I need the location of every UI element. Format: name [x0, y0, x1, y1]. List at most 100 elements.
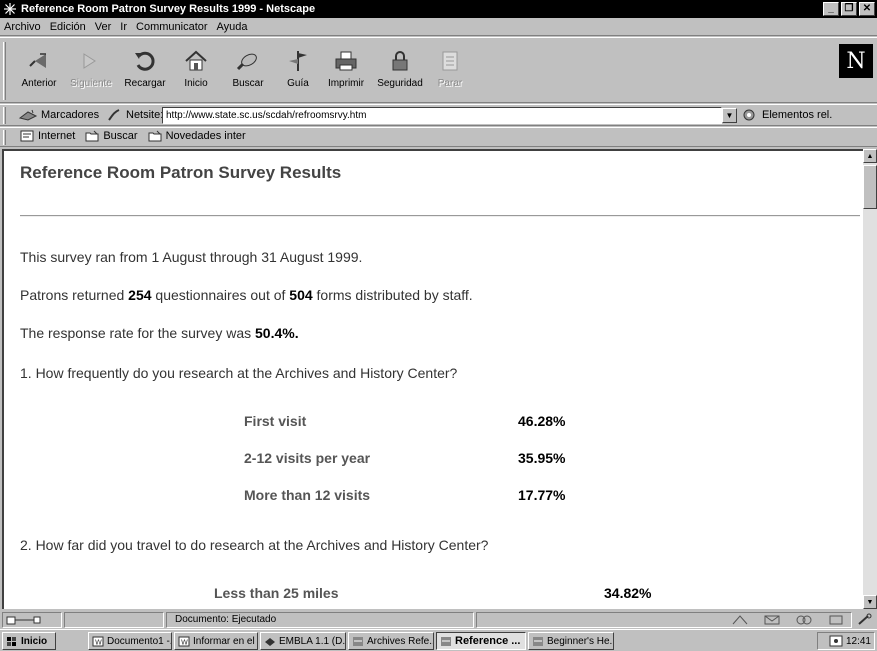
personal-item-label: Internet: [38, 130, 76, 142]
guide-label: Guía: [287, 78, 309, 89]
netscape-app-icon[interactable]: [3, 2, 17, 16]
url-dropdown-button[interactable]: ▼: [722, 108, 737, 123]
q1-answer-value: 35.95%: [518, 450, 566, 466]
returned-prefix: Patrons returned: [20, 287, 129, 303]
menu-archivo[interactable]: Archivo: [4, 21, 41, 33]
vertical-scrollbar[interactable]: ▲ ▼: [863, 149, 877, 609]
navigator-icon[interactable]: [731, 614, 749, 626]
netscape-icon: [441, 636, 451, 646]
returned-text: Patrons returned 254 questionnaires out …: [20, 287, 473, 303]
location-toolbar: Marcadores Netsite: http://www.state.sc.…: [0, 104, 877, 126]
progress-bar: [64, 612, 164, 628]
minimize-icon: _: [828, 3, 834, 14]
q2-answer-label: Less than 25 miles: [214, 585, 339, 601]
menu-communicator[interactable]: Communicator: [136, 21, 208, 33]
taskbar-task[interactable]: EMBLA 1.1 (D...: [260, 632, 346, 650]
back-arrow-icon: [29, 53, 46, 68]
personal-item-internet[interactable]: Internet: [20, 130, 75, 142]
print-button[interactable]: Imprimir: [324, 44, 368, 98]
system-tray: 12:41: [817, 632, 875, 650]
window-title: Reference Room Patron Survey Results 199…: [21, 3, 316, 15]
personal-item-label: Novedades inter: [165, 130, 246, 142]
netsite-label-group: Netsite:: [106, 108, 163, 122]
personal-item-novedades[interactable]: Novedades inter: [148, 130, 246, 142]
task-label: Reference ...: [455, 635, 521, 647]
security-button[interactable]: Seguridad: [374, 44, 426, 98]
home-button[interactable]: Inicio: [176, 44, 216, 98]
bookmark-page-icon: [20, 130, 34, 142]
folder-icon: [148, 130, 162, 142]
question-2: 2. How far did you travel to do research…: [20, 537, 489, 553]
menu-ver[interactable]: Ver: [95, 21, 112, 33]
q2-answer-value: 34.82%: [604, 585, 652, 601]
url-field[interactable]: http://www.state.sc.us/scdah/refroomsrvy…: [162, 107, 722, 124]
reload-button[interactable]: Recargar: [120, 44, 170, 98]
taskbar-task[interactable]: W Informar en el ...: [174, 632, 258, 650]
toolbar-grip[interactable]: [3, 42, 6, 100]
forward-label: Siguiente: [70, 78, 112, 89]
guide-button[interactable]: Guía: [278, 44, 318, 98]
returned-suffix: forms distributed by staff.: [312, 287, 473, 303]
task-label: Archives Refe...: [367, 635, 434, 647]
word-doc-icon: W: [178, 636, 190, 646]
back-button[interactable]: Anterior: [16, 44, 62, 98]
menu-bar: Archivo Edición Ver Ir Communicator Ayud…: [0, 18, 877, 36]
personal-item-buscar[interactable]: Buscar: [85, 130, 138, 142]
page-title: Reference Room Patron Survey Results: [20, 163, 342, 182]
menu-edicion[interactable]: Edición: [50, 21, 86, 33]
related-button[interactable]: Elementos rel.: [742, 108, 832, 122]
bookmarks-button[interactable]: Marcadores: [18, 108, 99, 122]
netscape-icon: [533, 636, 543, 646]
returned-count: 254: [128, 287, 152, 303]
mail-icon[interactable]: [763, 614, 781, 626]
windows-flag-icon: [7, 636, 16, 646]
security-status[interactable]: [856, 613, 874, 630]
composer-icon[interactable]: [827, 614, 845, 626]
tray-app-icon[interactable]: [829, 635, 843, 647]
taskbar-task[interactable]: Archives Refe...: [348, 632, 434, 650]
search-label: Buscar: [232, 78, 264, 89]
forward-button[interactable]: Siguiente: [66, 44, 116, 98]
q1-answer-value: 17.77%: [518, 487, 566, 503]
q1-answer-label: First visit: [244, 413, 307, 429]
folder-icon: [85, 130, 99, 142]
location-grip[interactable]: [3, 107, 6, 124]
minimize-button[interactable]: _: [823, 2, 839, 16]
returned-middle: questionnaires out of: [151, 287, 290, 303]
svg-text:W: W: [181, 638, 188, 646]
search-button[interactable]: Buscar: [226, 44, 270, 98]
q1-answer-label: More than 12 visits: [244, 487, 371, 503]
maximize-button[interactable]: ❐: [841, 2, 857, 16]
stop-button[interactable]: Parar: [432, 44, 468, 98]
svg-text:W: W: [95, 638, 102, 646]
title-divider: [20, 215, 860, 217]
close-button[interactable]: ✕: [859, 2, 875, 16]
menu-ir[interactable]: Ir: [120, 21, 127, 33]
title-bar: Reference Room Patron Survey Results 199…: [0, 0, 877, 18]
menu-ayuda[interactable]: Ayuda: [217, 21, 248, 33]
personal-grip[interactable]: [3, 130, 6, 145]
netscape-logo[interactable]: N: [839, 44, 873, 78]
survey-period-text: This survey ran from 1 August through 31…: [20, 249, 363, 265]
connection-status: [2, 612, 62, 628]
response-rate-text: The response rate for the survey was 50.…: [20, 325, 299, 341]
security-lock-icon: [392, 51, 408, 71]
page-proxy-icon[interactable]: [106, 108, 122, 122]
home-icon: [185, 50, 207, 71]
task-label: EMBLA 1.1 (D...: [279, 635, 346, 647]
connection-icon: [6, 616, 41, 625]
clock: 12:41: [845, 635, 871, 647]
scroll-up-button[interactable]: ▲: [863, 149, 877, 163]
scroll-thumb[interactable]: [863, 165, 877, 209]
q1-answer-value: 46.28%: [518, 413, 566, 429]
netscape-icon: [353, 636, 363, 646]
page-viewport[interactable]: Reference Room Patron Survey Results Thi…: [2, 149, 863, 609]
taskbar-task[interactable]: W Documento1 -...: [88, 632, 172, 650]
taskbar-task[interactable]: Beginner's He...: [528, 632, 614, 650]
navigation-toolbar: Anterior Siguiente Recargar Inicio Busca…: [0, 37, 877, 103]
discussion-icon[interactable]: [795, 614, 813, 626]
taskbar-task-active[interactable]: Reference ...: [436, 632, 526, 650]
scroll-down-button[interactable]: ▼: [863, 595, 877, 609]
start-button[interactable]: Inicio: [2, 632, 56, 650]
distributed-count: 504: [289, 287, 313, 303]
